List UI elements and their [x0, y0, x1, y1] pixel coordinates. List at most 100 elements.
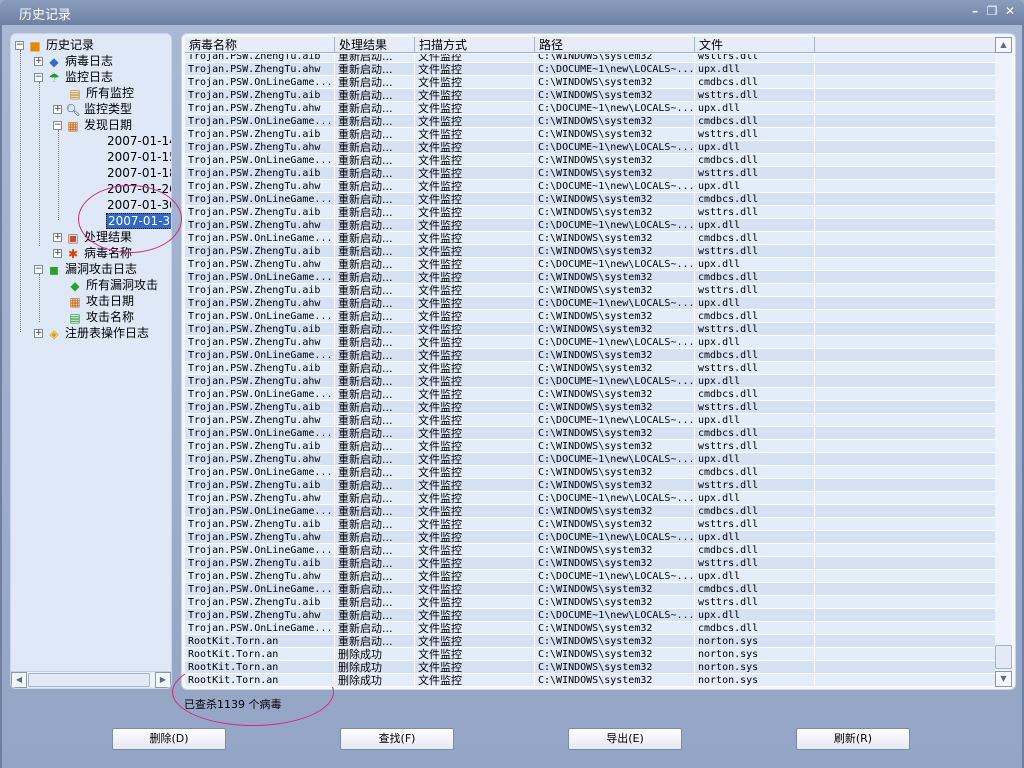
table-row[interactable]: Trojan.PSW.ZhengTu.aib 重新启动... 文件监控 C:\WIND… [185, 245, 995, 258]
table-row[interactable]: Trojan.PSW.ZhengTu.ahw 重新启动... 文件监控 C:\DOCU… [185, 258, 995, 271]
table-row[interactable]: Trojan.PSW.OnLineGame... 重新启动... 文件监控 C:\WI… [185, 271, 995, 284]
table-row[interactable]: Trojan.PSW.OnLineGame... 重新启动... 文件监控 C:\WI… [185, 388, 995, 401]
table-row[interactable]: Trojan.PSW.OnLineGame... 重新启动... 文件监控 C:\WI… [185, 232, 995, 245]
scroll-up-icon[interactable]: ▲ [995, 37, 1012, 53]
scroll-right-icon[interactable]: ▶ [155, 672, 171, 688]
table-row[interactable]: Trojan.PSW.ZhengTu.ahw 重新启动... 文件监控 C:\DOCU… [185, 297, 995, 310]
table-row[interactable]: Trojan.PSW.OnLineGame... 重新启动... 文件监控 C:\WI… [185, 154, 995, 167]
table-row[interactable]: Trojan.PSW.ZhengTu.ahw 重新启动... 文件监控 C:\DOCU… [185, 180, 995, 193]
table-row[interactable]: Trojan.PSW.OnLineGame... 重新启动... 文件监控 C:\WI… [185, 427, 995, 440]
table-row[interactable]: Trojan.PSW.ZhengTu.aib 重新启动... 文件监控 C:\WIND… [185, 206, 995, 219]
table-row[interactable]: RootKit.Torn.an 重新启动... 文件监控 C:\WINDOWS\sys… [185, 635, 995, 648]
column-header-file[interactable]: 文件 [695, 37, 815, 53]
expand-icon[interactable]: + [53, 233, 62, 242]
table-row[interactable]: Trojan.PSW.ZhengTu.aib 重新启动... 文件监控 C:\WIND… [185, 54, 995, 63]
table-row[interactable]: Trojan.PSW.OnLineGame... 重新启动... 文件监控 C:\WI… [185, 193, 995, 206]
table-row[interactable]: Trojan.PSW.ZhengTu.aib 重新启动... 文件监控 C:\WIND… [185, 167, 995, 180]
tree-item-date-selected[interactable]: 2007-01-31 [106, 213, 171, 229]
table-row[interactable]: Trojan.PSW.ZhengTu.ahw 重新启动... 文件监控 C:\DOCU… [185, 102, 995, 115]
table-row[interactable]: Trojan.PSW.ZhengTu.aib 重新启动... 文件监控 C:\WIND… [185, 323, 995, 336]
tree-item-found-date[interactable]: − ▦ 发现日期 [53, 117, 132, 133]
table-row[interactable]: Trojan.PSW.ZhengTu.ahw 重新启动... 文件监控 C:\DOCU… [185, 414, 995, 427]
scroll-down-icon[interactable]: ▼ [995, 671, 1012, 687]
delete-button[interactable]: 删除(D) [112, 728, 226, 750]
table-row[interactable]: RootKit.Torn.an 删除成功 文件监控 C:\WINDOWS\system… [185, 674, 995, 687]
tree-item-monitor-log[interactable]: − ☂ 监控日志 [34, 69, 113, 85]
refresh-button[interactable]: 刷新(R) [796, 728, 910, 750]
table-row[interactable]: RootKit.Torn.an 删除成功 文件监控 C:\WINDOWS\system… [185, 661, 995, 674]
table-row[interactable]: Trojan.PSW.OnLineGame... 重新启动... 文件监控 C:\WI… [185, 115, 995, 128]
table-row[interactable]: Trojan.PSW.ZhengTu.ahw 重新启动... 文件监控 C:\DOCU… [185, 336, 995, 349]
tree-item-date[interactable]: 2007-01-26 [107, 181, 171, 197]
table-row[interactable]: RootKit.Torn.an 删除成功 文件监控 C:\WINDOWS\system… [185, 648, 995, 661]
table-row[interactable]: Trojan.PSW.ZhengTu.ahw 重新启动... 文件监控 C:\DOCU… [185, 219, 995, 232]
tree-item-date[interactable]: 2007-01-15 [107, 149, 171, 165]
tree-item-registry-log[interactable]: + ◈ 注册表操作日志 [34, 325, 149, 341]
table-row[interactable]: Trojan.PSW.ZhengTu.aib 重新启动... 文件监控 C:\WIND… [185, 596, 995, 609]
table-row[interactable]: Trojan.PSW.ZhengTu.ahw 重新启动... 文件监控 C:\DOCU… [185, 492, 995, 505]
cell-path: C:\WINDOWS\system32 [535, 115, 695, 127]
minimize-button[interactable]: – [968, 4, 982, 18]
tree-item-result[interactable]: + ▣ 处理结果 [53, 229, 132, 245]
table-row[interactable]: Trojan.PSW.OnLineGame... 重新启动... 文件监控 C:\WI… [185, 505, 995, 518]
table-row[interactable]: Trojan.PSW.ZhengTu.ahw 重新启动... 文件监控 C:\DOCU… [185, 609, 995, 622]
table-row[interactable]: Trojan.PSW.OnLineGame... 重新启动... 文件监控 C:\WI… [185, 76, 995, 89]
cell-scan-method: 文件监控 [415, 505, 535, 517]
tree-item-date[interactable]: 2007-01-14 [107, 133, 171, 149]
expand-icon[interactable]: + [34, 57, 43, 66]
collapse-icon[interactable]: − [34, 265, 43, 274]
tree-item-history[interactable]: − ■ 历史记录 [15, 37, 94, 53]
tree-item-attack-name[interactable]: ▤ 攻击名称 [67, 309, 134, 325]
find-button[interactable]: 查找(F) [340, 728, 454, 750]
scroll-left-icon[interactable]: ◀ [11, 672, 27, 688]
table-row[interactable]: Trojan.PSW.ZhengTu.aib 重新启动... 文件监控 C:\WIND… [185, 128, 995, 141]
table-row[interactable]: Trojan.PSW.ZhengTu.aib 重新启动... 文件监控 C:\WIND… [185, 518, 995, 531]
table-row[interactable]: Trojan.PSW.OnLineGame... 重新启动... 文件监控 C:\WI… [185, 622, 995, 635]
table-row[interactable]: Trojan.PSW.ZhengTu.aib 重新启动... 文件监控 C:\WIND… [185, 557, 995, 570]
tree-item-virus-name[interactable]: + ✱ 病毒名称 [53, 245, 132, 261]
table-row[interactable]: Trojan.PSW.ZhengTu.aib 重新启动... 文件监控 C:\WIND… [185, 440, 995, 453]
scroll-thumb[interactable] [28, 673, 150, 687]
collapse-icon[interactable]: − [15, 41, 24, 50]
close-button[interactable]: ✕ [1003, 4, 1017, 18]
table-row[interactable]: Trojan.PSW.ZhengTu.aib 重新启动... 文件监控 C:\WIND… [185, 284, 995, 297]
expand-icon[interactable]: + [53, 105, 62, 114]
virus-history-table: 病毒名称 处理结果 扫描方式 路径 文件 Trojan.PSW.ZhengTu.… [181, 33, 1016, 690]
expand-icon[interactable]: + [34, 329, 43, 338]
export-button[interactable]: 导出(E) [568, 728, 682, 750]
tree-item-vuln-log[interactable]: − ◼ 漏洞攻击日志 [34, 261, 137, 277]
table-row[interactable]: Trojan.PSW.ZhengTu.ahw 重新启动... 文件监控 C:\DOCU… [185, 141, 995, 154]
tree-item-virus-log[interactable]: + ◆ 病毒日志 [34, 53, 113, 69]
table-row[interactable]: Trojan.PSW.ZhengTu.ahw 重新启动... 文件监控 C:\DOCU… [185, 63, 995, 76]
column-header-path[interactable]: 路径 [535, 37, 695, 53]
table-vertical-scrollbar[interactable]: ▲ ▼ [994, 37, 1012, 687]
table-row[interactable]: Trojan.PSW.OnLineGame... 重新启动... 文件监控 C:\WI… [185, 466, 995, 479]
table-row[interactable]: Trojan.PSW.OnLineGame... 重新启动... 文件监控 C:\WI… [185, 349, 995, 362]
table-row[interactable]: Trojan.PSW.ZhengTu.ahw 重新启动... 文件监控 C:\DOCU… [185, 531, 995, 544]
table-row[interactable]: Trojan.PSW.OnLineGame... 重新启动... 文件监控 C:\WI… [185, 583, 995, 596]
tree-item-all-vuln[interactable]: ◆ 所有漏洞攻击 [67, 277, 158, 293]
scroll-thumb[interactable] [995, 645, 1012, 669]
table-row[interactable]: Trojan.PSW.ZhengTu.ahw 重新启动... 文件监控 C:\DOCU… [185, 453, 995, 466]
restore-button[interactable]: ❐ [985, 4, 999, 18]
collapse-icon[interactable]: − [53, 121, 62, 130]
tree-item-date[interactable]: 2007-01-18 [107, 165, 171, 181]
tree-item-monitor-type[interactable]: + 🔍︎ 监控类型 [53, 101, 132, 117]
tree-item-date[interactable]: 2007-01-30 [107, 197, 171, 213]
column-header-scan-method[interactable]: 扫描方式 [415, 37, 535, 53]
table-row[interactable]: Trojan.PSW.OnLineGame... 重新启动... 文件监控 C:\WI… [185, 310, 995, 323]
table-row[interactable]: Trojan.PSW.ZhengTu.aib 重新启动... 文件监控 C:\WIND… [185, 89, 995, 102]
expand-icon[interactable]: + [53, 249, 62, 258]
table-row[interactable]: Trojan.PSW.ZhengTu.aib 重新启动... 文件监控 C:\WIND… [185, 401, 995, 414]
table-row[interactable]: Trojan.PSW.ZhengTu.aib 重新启动... 文件监控 C:\WIND… [185, 479, 995, 492]
table-row[interactable]: Trojan.PSW.ZhengTu.ahw 重新启动... 文件监控 C:\DOCU… [185, 375, 995, 388]
tree-horizontal-scrollbar[interactable]: ◀ ▶ [11, 671, 171, 688]
tree-item-all-monitor[interactable]: ▤ 所有监控 [67, 85, 134, 101]
collapse-icon[interactable]: − [34, 73, 43, 82]
table-row[interactable]: Trojan.PSW.ZhengTu.ahw 重新启动... 文件监控 C:\DOCU… [185, 570, 995, 583]
table-row[interactable]: Trojan.PSW.OnLineGame... 重新启动... 文件监控 C:\WI… [185, 544, 995, 557]
column-header-virus-name[interactable]: 病毒名称 [185, 37, 335, 53]
tree-item-attack-date[interactable]: ▦ 攻击日期 [67, 293, 134, 309]
column-header-result[interactable]: 处理结果 [335, 37, 415, 53]
table-row[interactable]: Trojan.PSW.ZhengTu.aib 重新启动... 文件监控 C:\WIND… [185, 362, 995, 375]
